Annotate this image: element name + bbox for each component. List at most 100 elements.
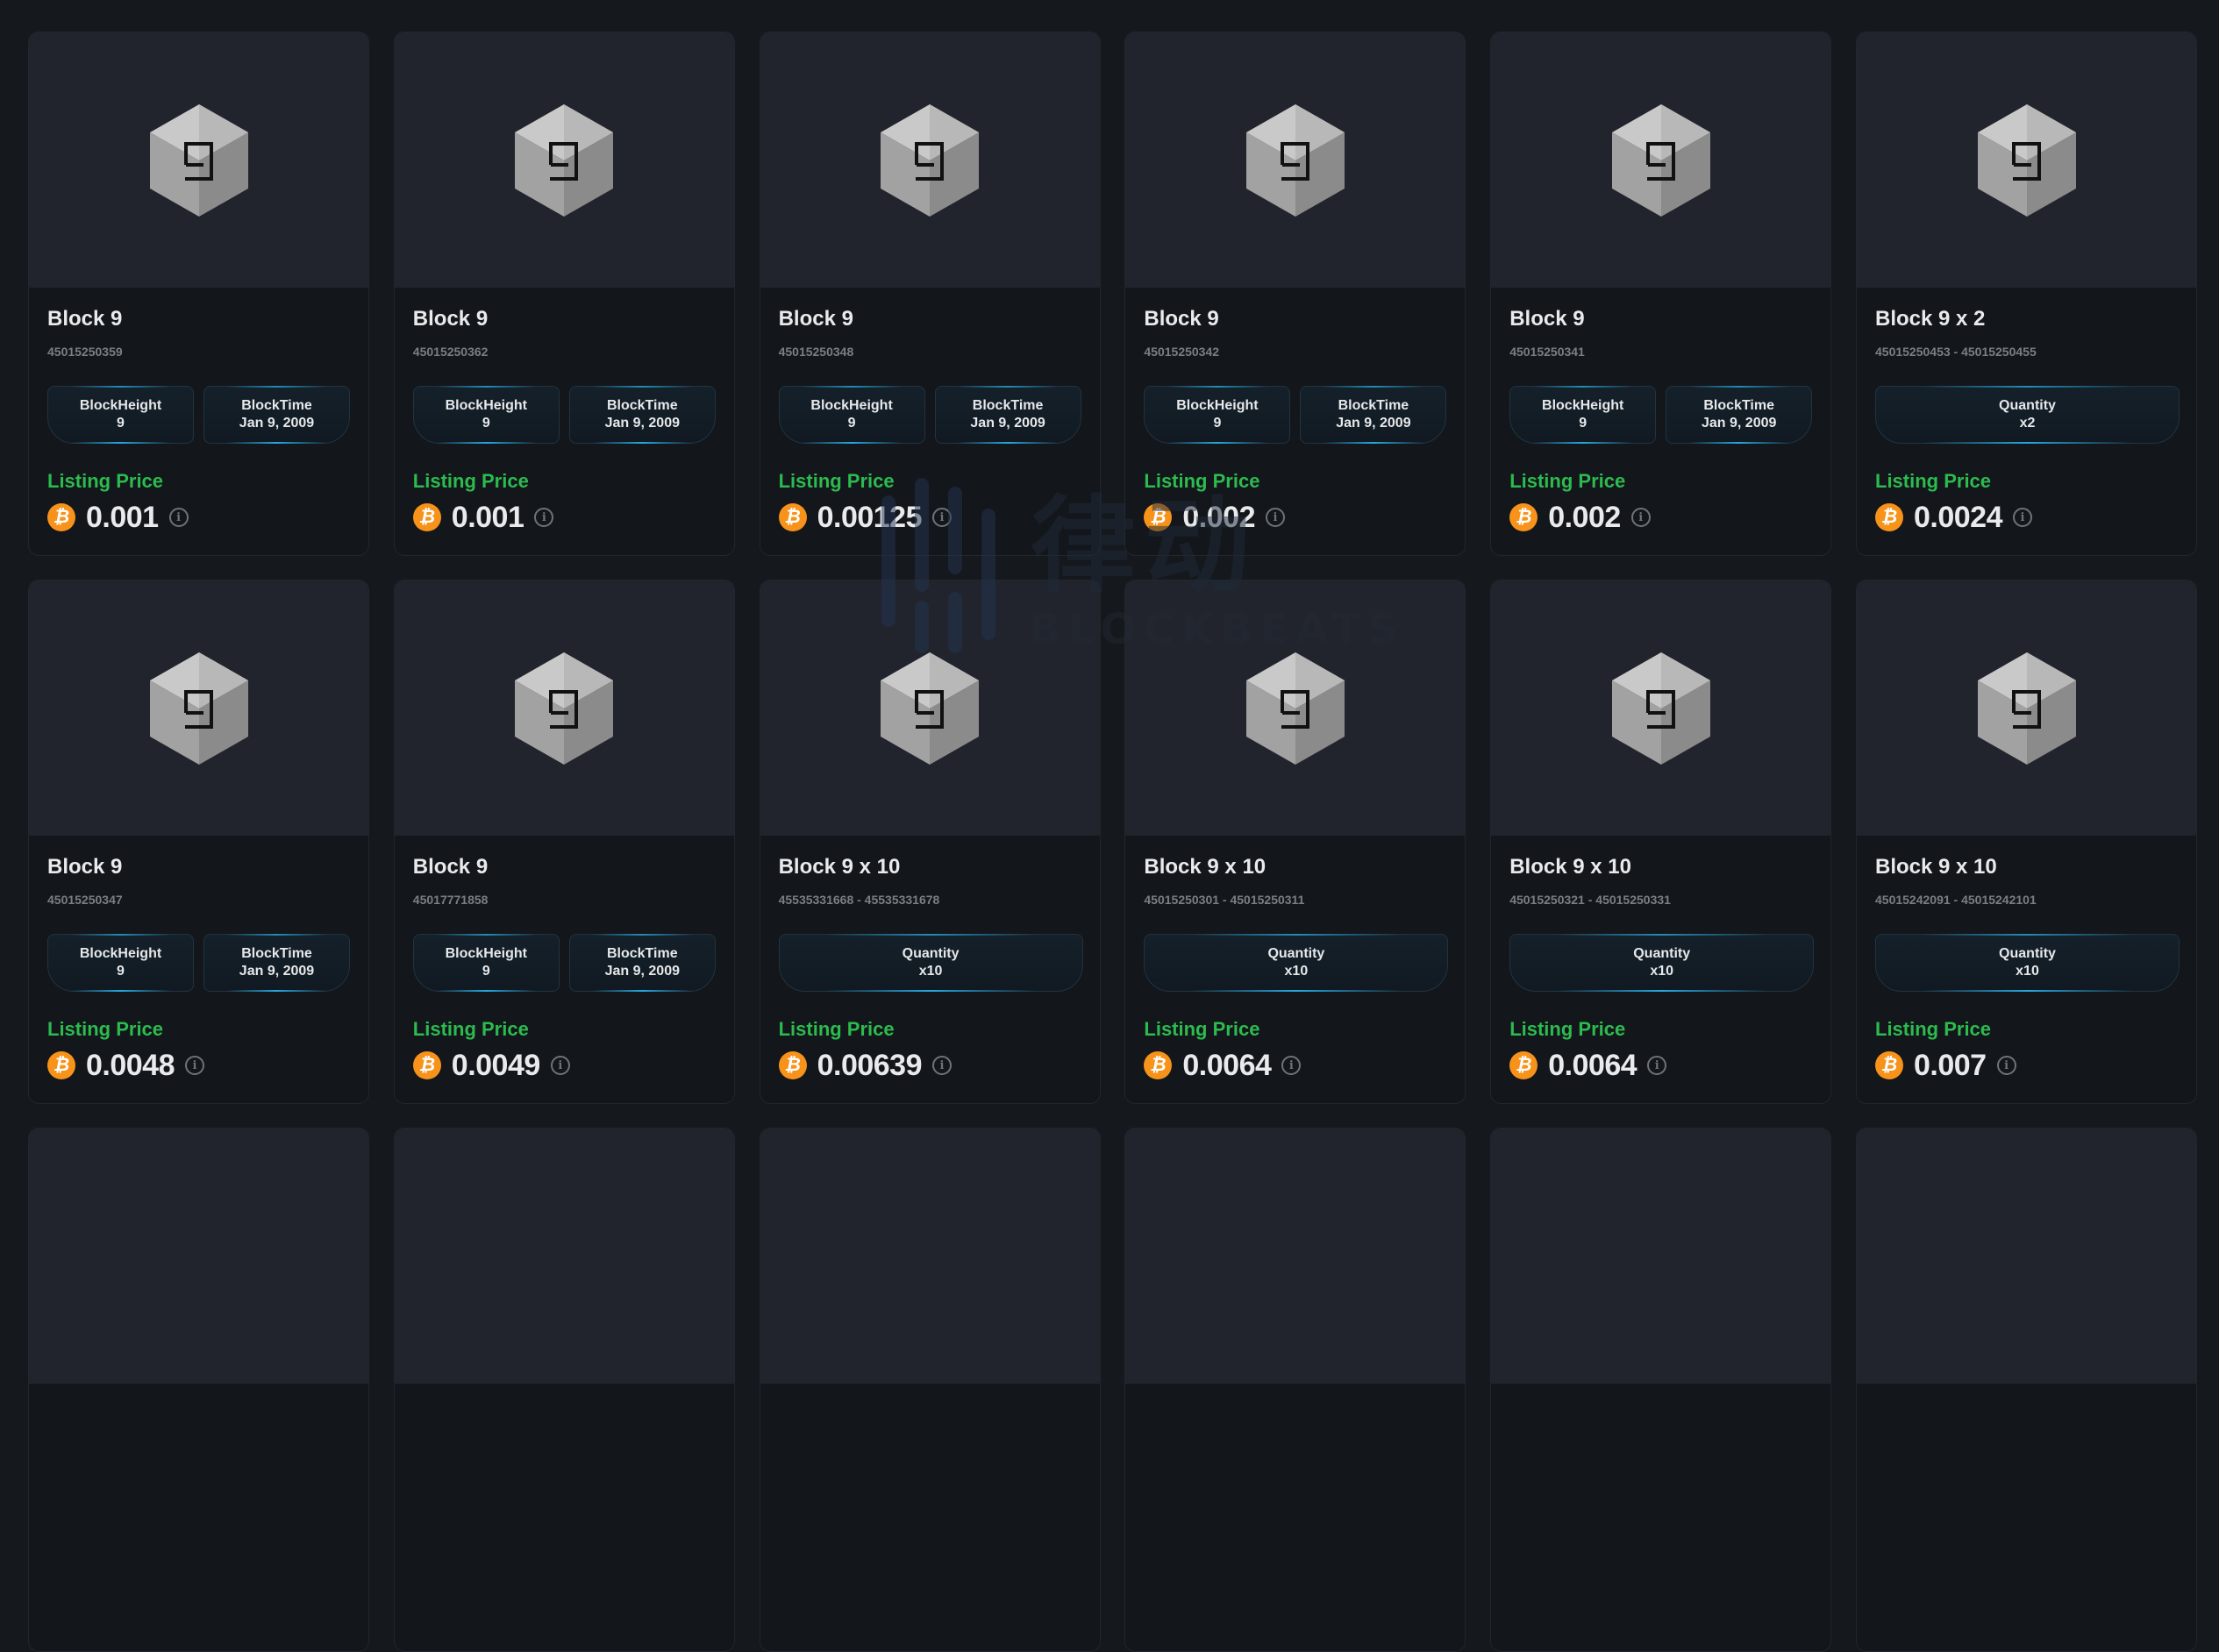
card-image[interactable]: [29, 32, 368, 288]
card-image[interactable]: [1857, 32, 2196, 288]
listing-price-label: Listing Price: [1875, 470, 1992, 492]
listing-card[interactable]: Block 9 45015250359 BlockHeight 9 BlockTim…: [28, 32, 369, 556]
listing-price-label: Listing Price: [47, 470, 164, 492]
block-height-badge: BlockHeight 9: [47, 386, 194, 444]
block-time-badge: BlockTime Jan 9, 2009: [1300, 386, 1447, 444]
inscription-id: 45015250453 - 45015250455: [1875, 345, 2037, 359]
listing-card[interactable]: Block 9 x 2 45015250453 - 45015250455 Qu…: [1856, 32, 2197, 556]
info-icon[interactable]: i: [550, 1056, 570, 1075]
price-value: 0.0064: [1548, 1048, 1637, 1082]
bitcoin-icon: ₿: [412, 503, 441, 531]
inscription-id: 45015250321 - 45015250331: [1509, 893, 1671, 907]
card-image[interactable]: [1857, 1129, 2196, 1384]
block-time-badge-label: BlockTime: [1338, 398, 1409, 413]
listing-price-label: Listing Price: [1509, 470, 1626, 492]
price-value: 0.0064: [1182, 1048, 1272, 1082]
card-image[interactable]: [394, 32, 734, 288]
card-image[interactable]: [1857, 580, 2196, 836]
card-image[interactable]: [1125, 32, 1466, 288]
info-icon[interactable]: i: [2013, 508, 2032, 527]
block-height-badge-value: 9: [847, 416, 856, 431]
listing-price-label: Listing Price: [47, 1018, 164, 1040]
card-image[interactable]: [1491, 1129, 1831, 1384]
listing-card[interactable]: Block 9 45017771858 BlockHeight 9 BlockTim…: [393, 580, 735, 1104]
price-value: 0.0024: [1914, 500, 2003, 534]
listing-card[interactable]: Block 9 45015250341 BlockHeight 9 BlockTim…: [1490, 32, 1832, 556]
listing-card[interactable]: Block 9 x 10 45535331668 - 45535331678 Q…: [759, 580, 1101, 1104]
info-icon[interactable]: i: [1265, 508, 1285, 527]
badge-group: Quantity x10: [778, 934, 1083, 992]
info-icon[interactable]: i: [1996, 1056, 2016, 1075]
price-row: ₿ 0.0048 i: [47, 1048, 204, 1083]
block-height-badge-value: 9: [482, 964, 490, 979]
info-icon[interactable]: i: [1281, 1056, 1302, 1075]
listing-card-partial[interactable]: [1124, 1128, 1466, 1652]
card-body: Block 9 x 2 45015250453 - 45015250455 Qu…: [1857, 288, 2196, 555]
card-body: Block 9 45015250348 BlockHeight 9 BlockTim…: [760, 288, 1100, 555]
price-value: 0.001: [86, 500, 159, 534]
card-image[interactable]: [1491, 32, 1831, 288]
card-image[interactable]: [760, 580, 1100, 836]
card-image[interactable]: [760, 1129, 1100, 1384]
block-height-badge-label: BlockHeight: [445, 946, 527, 961]
block-time-badge-label: BlockTime: [972, 398, 1044, 413]
block-time-badge-value: Jan 9, 2009: [239, 416, 315, 431]
block-height-badge: BlockHeight 9: [1509, 386, 1657, 444]
info-icon[interactable]: i: [534, 508, 554, 527]
card-image[interactable]: [1125, 580, 1466, 836]
card-image[interactable]: [760, 32, 1100, 288]
info-icon[interactable]: i: [168, 508, 189, 527]
listing-card[interactable]: Block 9 45015250362 BlockHeight 9 BlockTim…: [393, 32, 735, 556]
block-height-badge-value: 9: [117, 416, 125, 431]
card-image[interactable]: [1491, 580, 1831, 836]
price-row: ₿ 0.0024 i: [1875, 500, 2032, 535]
card-title: Block 9: [778, 307, 853, 331]
block-height-badge: BlockHeight 9: [412, 386, 560, 444]
card-image[interactable]: [1125, 1129, 1466, 1384]
bitcoin-icon: ₿: [1875, 1051, 1903, 1079]
block-height-badge-label: BlockHeight: [1542, 398, 1624, 413]
badge-group: BlockHeight 9 BlockTime Jan 9, 2009: [778, 386, 1083, 444]
listing-price-label: Listing Price: [778, 1018, 895, 1040]
card-title: Block 9 x 10: [1509, 855, 1631, 879]
block-time-badge: BlockTime Jan 9, 2009: [1666, 386, 1813, 444]
info-icon[interactable]: i: [1630, 508, 1651, 527]
listing-card[interactable]: Block 9 x 10 45015250301 - 45015250311 Q…: [1124, 580, 1466, 1104]
listing-card-partial[interactable]: [759, 1128, 1101, 1652]
block-time-badge-label: BlockTime: [241, 398, 312, 413]
card-title: Block 9 x 2: [1875, 307, 1986, 331]
card-image[interactable]: [29, 1129, 368, 1384]
listing-card[interactable]: Block 9 45015250348 BlockHeight 9 BlockTim…: [759, 32, 1101, 556]
card-title: Block 9: [1509, 307, 1585, 331]
listing-card[interactable]: Block 9 x 10 45015250321 - 45015250331 Q…: [1490, 580, 1832, 1104]
listing-card-partial[interactable]: [1856, 1128, 2197, 1652]
listing-card[interactable]: Block 9 45015250342 BlockHeight 9 BlockTim…: [1124, 32, 1466, 556]
bitcoin-icon: ₿: [47, 503, 75, 531]
card-image[interactable]: [394, 580, 734, 836]
card-image[interactable]: [29, 580, 368, 836]
listing-card[interactable]: Block 9 x 10 45015242091 - 45015242101 Q…: [1856, 580, 2197, 1104]
bitcoin-icon: ₿: [412, 1051, 441, 1079]
listing-card[interactable]: Block 9 45015250347 BlockHeight 9 BlockTim…: [28, 580, 369, 1104]
price-value: 0.00125: [817, 500, 923, 534]
listing-card-partial[interactable]: [393, 1128, 735, 1652]
listing-card-partial[interactable]: [28, 1128, 369, 1652]
listing-card-partial[interactable]: [1490, 1128, 1832, 1652]
badge-group: BlockHeight 9 BlockTime Jan 9, 2009: [1509, 386, 1814, 444]
card-title: Block 9 x 10: [1144, 855, 1266, 879]
info-icon[interactable]: i: [932, 508, 952, 527]
card-body: Block 9 45015250359 BlockHeight 9 BlockTim…: [29, 288, 368, 555]
badge-group: BlockHeight 9 BlockTime Jan 9, 2009: [412, 386, 717, 444]
badge-group: BlockHeight 9 BlockTime Jan 9, 2009: [412, 934, 717, 992]
block-time-badge-value: Jan 9, 2009: [1336, 416, 1411, 431]
block-height-badge: BlockHeight 9: [778, 386, 925, 444]
info-icon[interactable]: i: [1647, 1056, 1667, 1075]
card-body: Block 9 x 10 45535331668 - 45535331678 Q…: [760, 836, 1100, 1103]
listing-price-label: Listing Price: [412, 1018, 529, 1040]
card-title: Block 9: [47, 855, 123, 879]
info-icon[interactable]: i: [932, 1056, 952, 1075]
info-icon[interactable]: i: [185, 1056, 204, 1075]
inscription-id: 45015250342: [1144, 345, 1220, 359]
card-title: Block 9: [412, 307, 489, 331]
card-image[interactable]: [394, 1129, 734, 1384]
